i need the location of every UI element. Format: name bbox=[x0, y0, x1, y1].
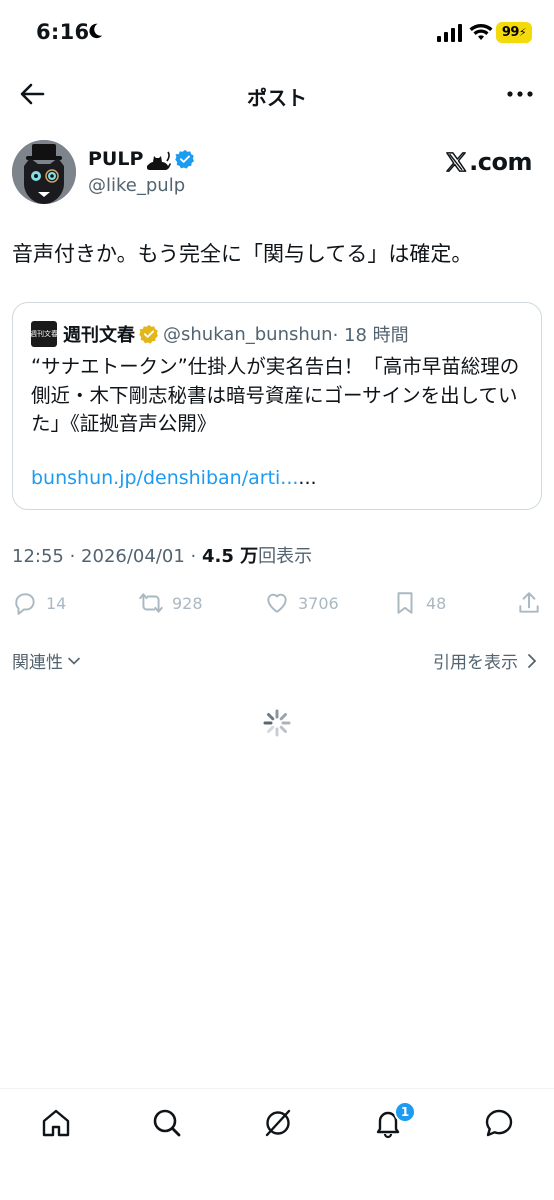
status-time: 6:16 bbox=[36, 20, 90, 44]
share-button[interactable] bbox=[516, 590, 550, 616]
battery-indicator: 99 ⚡ bbox=[496, 22, 532, 43]
chevron-down-icon bbox=[68, 657, 80, 665]
quoted-post-text: “サナエトークン”仕掛人が実名告白！「高市早苗総理の側近・木下剛志秘書は暗号資産… bbox=[31, 355, 520, 435]
view-label: 回表示 bbox=[258, 546, 313, 567]
top-app-bar: ポスト bbox=[0, 64, 554, 124]
home-icon bbox=[42, 1109, 70, 1137]
quoted-post-card[interactable]: 週刊文春 週刊文春 @shukan_bunshun · 18 時間 “サナエトー… bbox=[12, 302, 542, 510]
notification-badge: 1 bbox=[394, 1101, 416, 1123]
view-quotes-label: 引用を表示 bbox=[433, 653, 518, 673]
source-badge: .com bbox=[445, 148, 532, 176]
chevron-right-icon bbox=[528, 653, 537, 668]
quoted-author-handle: @shukan_bunshun bbox=[163, 323, 333, 345]
quoted-post-link[interactable]: bunshun.jp/denshiban/arti...... bbox=[31, 467, 317, 489]
view-count: 4.5 万 bbox=[201, 546, 259, 567]
quoted-post-header: 週刊文春 週刊文春 @shukan_bunshun · 18 時間 bbox=[30, 321, 409, 347]
loading-spinner-icon bbox=[263, 709, 291, 737]
quoted-link-url[interactable]: bunshun.jp/denshiban/arti... bbox=[31, 467, 298, 489]
repost-button[interactable]: 928 bbox=[138, 590, 203, 616]
source-badge-label: .com bbox=[469, 148, 532, 176]
black-cat-emoji-icon bbox=[147, 151, 172, 170]
share-icon bbox=[519, 592, 539, 613]
search-icon bbox=[153, 1109, 181, 1137]
charging-bolt-icon: ⚡ bbox=[518, 26, 527, 39]
bookmark-icon bbox=[397, 592, 413, 614]
x-logo-icon bbox=[446, 152, 467, 172]
quoted-link-ellipsis: ... bbox=[298, 467, 317, 489]
quoted-post-time: · 18 時間 bbox=[332, 325, 409, 346]
nav-home[interactable] bbox=[40, 1107, 72, 1139]
status-bar: 6:16 99 ⚡ bbox=[0, 0, 554, 64]
verified-badge-icon bbox=[175, 149, 195, 169]
bookmark-button[interactable]: 48 bbox=[392, 590, 446, 616]
reply-count: 14 bbox=[46, 593, 67, 613]
nav-grok[interactable] bbox=[262, 1107, 294, 1139]
like-button[interactable]: 3706 bbox=[264, 590, 339, 616]
repost-icon bbox=[139, 593, 163, 613]
view-quotes-link[interactable]: 引用を表示 bbox=[433, 648, 538, 673]
quoted-avatar-logo-text: 週刊文春 bbox=[30, 330, 58, 338]
battery-level: 99 bbox=[501, 25, 520, 40]
post-meta: 12:55 · 2026/04/01 · 4.5 万回表示 bbox=[12, 542, 312, 568]
bookmark-count: 48 bbox=[426, 593, 447, 613]
post-timestamp: 12:55 · 2026/04/01 · bbox=[12, 546, 202, 567]
heart-icon bbox=[267, 593, 287, 613]
like-count: 3706 bbox=[298, 593, 339, 613]
page-title: ポスト bbox=[247, 86, 307, 110]
sort-relevance-dropdown[interactable]: 関連性 bbox=[12, 648, 81, 673]
nav-search[interactable] bbox=[151, 1107, 183, 1139]
quoted-avatar: 週刊文春 bbox=[30, 321, 58, 347]
action-bar: 14 928 3706 48 bbox=[0, 586, 554, 620]
nav-messages[interactable] bbox=[483, 1107, 515, 1139]
sort-label: 関連性 bbox=[12, 653, 63, 673]
author-handle[interactable]: @like_pulp bbox=[88, 175, 185, 196]
post-text: 音声付きか。もう完全に「関与してる」は確定。 bbox=[12, 242, 473, 266]
cellular-signal-icon bbox=[437, 24, 462, 42]
messages-icon bbox=[485, 1109, 513, 1137]
bottom-navigation bbox=[0, 1088, 554, 1200]
author-name-row[interactable]: PULP bbox=[88, 146, 195, 172]
grok-icon bbox=[265, 1109, 291, 1137]
reply-button[interactable]: 14 bbox=[12, 590, 66, 616]
moon-icon bbox=[89, 23, 103, 39]
repost-count: 928 bbox=[172, 593, 203, 613]
wifi-icon bbox=[469, 24, 493, 40]
more-options-icon[interactable] bbox=[506, 82, 534, 106]
gold-verified-badge-icon bbox=[139, 324, 158, 344]
quoted-author-name: 週刊文春 bbox=[63, 325, 135, 346]
author-avatar[interactable] bbox=[12, 140, 76, 204]
author-name: PULP bbox=[88, 148, 144, 170]
reply-icon bbox=[15, 593, 35, 615]
